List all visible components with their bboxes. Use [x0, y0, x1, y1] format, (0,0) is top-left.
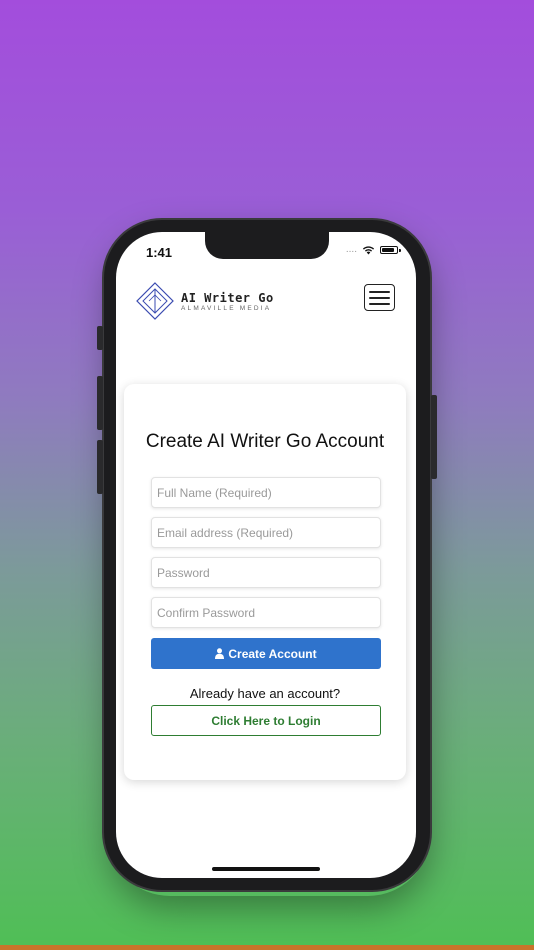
password-input[interactable]	[151, 557, 381, 588]
wifi-icon	[362, 246, 375, 255]
bottom-strip	[0, 945, 534, 950]
status-time: 1:41	[146, 245, 173, 260]
phone-volume-down-button	[97, 440, 103, 494]
confirm-password-input[interactable]	[151, 597, 381, 628]
create-account-label: Create Account	[228, 646, 317, 661]
create-account-button[interactable]: Create Account	[151, 638, 381, 669]
diamond-logo-icon	[136, 282, 174, 320]
home-indicator	[212, 867, 320, 871]
hamburger-menu-button[interactable]	[364, 284, 395, 311]
phone-screen: 1:41 .... AI Writer Go ALMAVILLE MEDIA C…	[116, 232, 416, 878]
email-input[interactable]	[151, 517, 381, 548]
user-icon	[215, 648, 225, 659]
hamburger-menu-icon	[369, 290, 390, 293]
logo-title: AI Writer Go	[181, 291, 274, 305]
signal-dots: ....	[345, 244, 357, 255]
app-header: AI Writer Go ALMAVILLE MEDIA	[136, 282, 398, 320]
login-button[interactable]: Click Here to Login	[151, 705, 381, 736]
full-name-input[interactable]	[151, 477, 381, 508]
phone-silent-switch	[97, 326, 103, 350]
login-button-label: Click Here to Login	[211, 713, 321, 728]
logo-subtitle: ALMAVILLE MEDIA	[181, 305, 272, 312]
phone-volume-up-button	[97, 376, 103, 430]
phone-notch	[205, 232, 329, 259]
status-icons: ....	[345, 244, 401, 255]
signup-card: Create AI Writer Go Account Create Accou…	[124, 384, 406, 780]
phone-power-button	[431, 395, 437, 479]
signup-title: Create AI Writer Go Account	[145, 431, 385, 452]
already-have-account-text: Already have an account?	[189, 686, 341, 701]
battery-icon	[380, 246, 401, 254]
